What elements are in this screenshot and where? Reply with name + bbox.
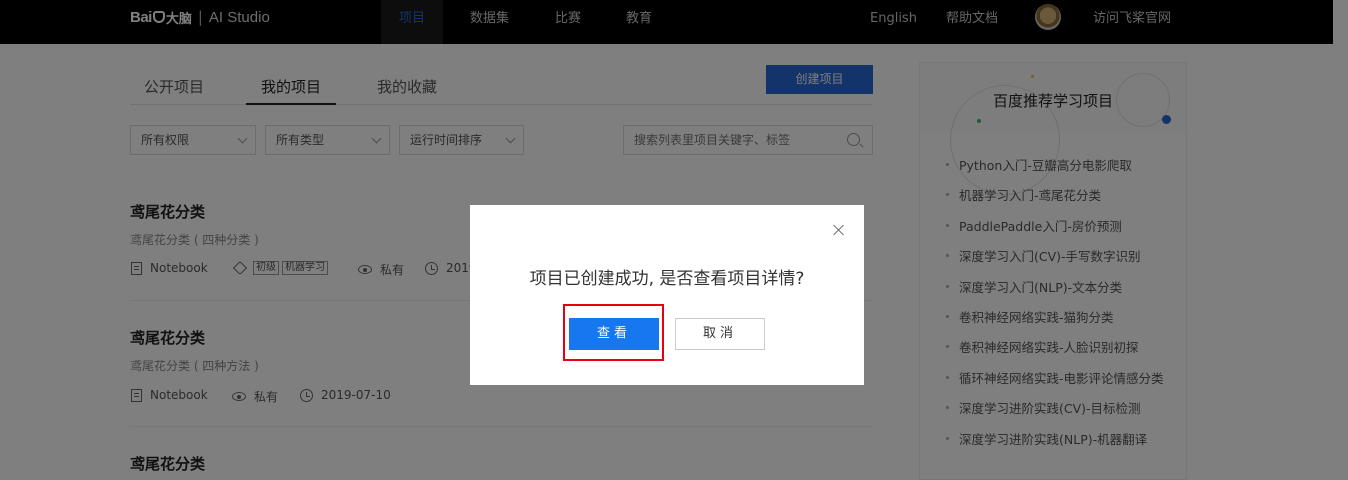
close-icon[interactable] bbox=[832, 223, 846, 237]
view-button[interactable]: 查看 bbox=[569, 318, 659, 350]
dialog-message: 项目已创建成功, 是否查看项目详情? bbox=[529, 269, 805, 289]
cancel-button[interactable]: 取消 bbox=[675, 318, 765, 350]
success-dialog: 项目已创建成功, 是否查看项目详情? 查看 取消 bbox=[470, 205, 864, 385]
